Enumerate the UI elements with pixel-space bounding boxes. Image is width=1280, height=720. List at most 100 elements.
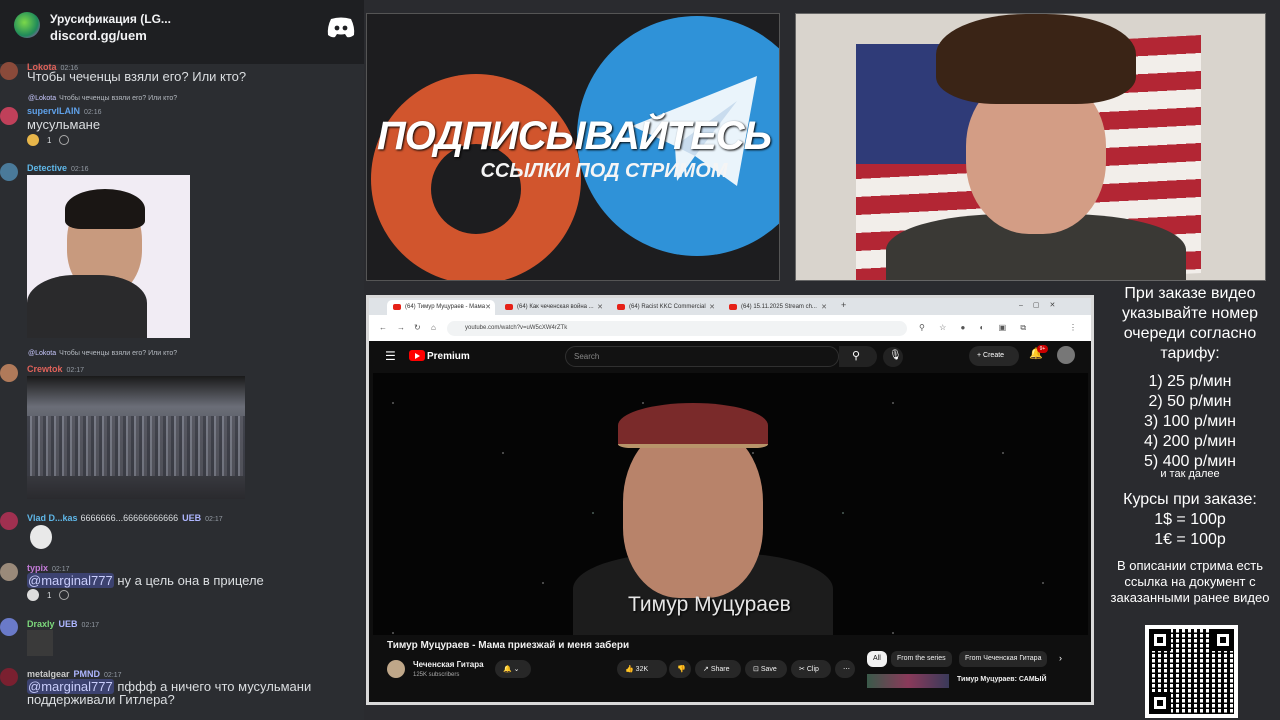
thumbs-up-icon [27, 134, 39, 146]
username: metalgear PMND 02:17 [27, 669, 122, 679]
browser-window: (64) Тимур Муцураев - Мама ✕ (64) Как чеч… [366, 295, 1094, 705]
browser-tab[interactable]: (64) Тимур Муцураев - Мама ✕ [387, 300, 495, 315]
browser-tab[interactable]: (64) Как чеченская война ... ✕ [499, 300, 607, 315]
user-mention[interactable]: @marginal777 [27, 573, 114, 588]
video-caption: Тимур Муцураев [628, 593, 791, 616]
youtube-favicon-icon [393, 304, 401, 310]
subscribe-banner: ПОДПИСЫВАЙТЕСЬ ССЫЛКИ ПОД СТРИМОМ [366, 13, 780, 281]
avatar [0, 668, 18, 686]
price-etc: и так далее [1160, 468, 1220, 480]
browser-tab[interactable]: (64) 15.11.2025 Stream ch... ✕ [723, 300, 831, 315]
menu-icon[interactable]: ⋮ [1069, 323, 1077, 332]
add-reaction-icon[interactable] [59, 590, 70, 600]
search-input[interactable]: Search [565, 346, 839, 367]
chip-all[interactable]: All [867, 651, 887, 667]
hamburger-icon[interactable]: ☰ [385, 349, 396, 363]
close-tab-icon[interactable]: ✕ [821, 303, 827, 311]
webcam-feed [795, 13, 1266, 281]
channel-name[interactable]: Чеченская Гитара [413, 660, 484, 669]
browser-tab[interactable]: (64) Racist KKC Commercial ✕ [611, 300, 719, 315]
like-button[interactable]: 👍 32K [617, 660, 667, 678]
channel-avatar[interactable] [387, 660, 405, 678]
save-button[interactable]: ⊡ Save [745, 660, 787, 678]
avatar [0, 364, 18, 382]
reply-preview: @Lokota Чтобы чеченцы взяли его? Или кто? [28, 350, 178, 357]
clip-button[interactable]: ✂ Clip [791, 660, 831, 678]
close-tab-icon[interactable]: ✕ [485, 303, 491, 311]
attached-image[interactable] [27, 175, 190, 338]
username: supervILAIN 02:16 [27, 106, 102, 116]
share-button[interactable]: ↗ Share [695, 660, 741, 678]
promo-subtitle: ССЫЛКИ ПОД СТРИМОМ [480, 160, 728, 182]
search-icon: ⚲ [852, 350, 861, 362]
chevron-down-icon: ⌄ [513, 666, 520, 673]
reload-icon[interactable]: ↻ [414, 323, 421, 332]
price-tier: 4) 200 р/мин [1144, 433, 1236, 450]
voice-search-button[interactable]: 🎙 [883, 347, 903, 367]
subscribe-bell-button[interactable]: 🔔 ⌄ [495, 660, 531, 678]
doc-note: В описании стрима есть ссылка на докумен… [1110, 558, 1270, 605]
notification-badge: 9+ [1037, 345, 1048, 353]
scissors-icon: ✂ [799, 666, 805, 673]
back-icon[interactable]: ← [379, 323, 387, 332]
youtube-logo-icon[interactable] [409, 350, 425, 361]
tab-bar: (64) Тимур Муцураев - Мама ✕ (64) Как чеч… [369, 298, 1091, 315]
qr-code[interactable] [1145, 625, 1238, 718]
share-icon: ↗ [703, 666, 709, 673]
chip-from-channel[interactable]: From Чеченская Гитара [959, 651, 1048, 667]
recommended-thumbnail[interactable] [867, 674, 949, 688]
avatar [0, 618, 18, 636]
course-rate: 1€ = 100р [1154, 531, 1226, 548]
course-rate: 1$ = 100р [1154, 511, 1226, 528]
price-tier: 3) 100 р/мин [1144, 413, 1236, 430]
attached-image[interactable] [27, 376, 245, 499]
youtube-favicon-icon [617, 304, 625, 310]
video-title: Тимур Муцураев - Мама приезжай и меня за… [387, 640, 630, 651]
dislike-button[interactable]: 👎 [669, 660, 691, 678]
price-tier: 1) 25 р/мин [1148, 373, 1232, 390]
subscriber-count: 125K subscribers [413, 672, 460, 678]
add-reaction-icon[interactable] [59, 135, 70, 145]
create-button[interactable]: + Create [969, 346, 1019, 366]
video-player[interactable]: Тимур Муцураев [373, 373, 1088, 635]
avatar [0, 512, 18, 530]
reaction-row[interactable]: 1 [27, 132, 70, 148]
message-text: Чтобы чеченцы взяли его? Или кто? [27, 69, 247, 84]
avatar [0, 563, 18, 581]
youtube-header: ☰ Premium Search ⚲ 🎙 + Create 🔔 9+ [369, 341, 1091, 373]
bell-icon: 🔔 [503, 666, 512, 673]
chevron-right-icon[interactable]: › [1059, 653, 1062, 663]
forward-icon[interactable]: → [397, 323, 405, 332]
address-bar: ← → ↻ ⌂ youtube.com/watch?v=uW5cXW4rZTk … [369, 315, 1091, 341]
discord-chat-panel: Урусификация (LG... discord.gg/uem Lokot… [0, 0, 364, 720]
search-button[interactable]: ⚲ [839, 346, 877, 367]
courses-title: Курсы при заказе: [1123, 491, 1257, 508]
close-tab-icon[interactable]: ✕ [709, 303, 715, 311]
account-avatar[interactable] [1057, 346, 1075, 364]
youtube-favicon-icon [729, 304, 737, 310]
avatar [0, 62, 18, 80]
more-actions-button[interactable]: ⋯ [835, 660, 855, 678]
reaction-row[interactable]: 1 [27, 587, 70, 603]
username: Draxly UEB 02:17 [27, 619, 100, 629]
recommended-title[interactable]: Тимур Муцураев: САМЫЙ [957, 676, 1047, 683]
sticker-image [27, 630, 53, 656]
sticker-image [30, 525, 52, 549]
thumbs-up-icon: 👍 [625, 666, 634, 673]
url-field[interactable]: youtube.com/watch?v=uW5cXW4rZTk [447, 321, 907, 336]
video-subject-cap [618, 403, 768, 448]
server-invite-link[interactable]: discord.gg/uem [50, 28, 147, 43]
discord-logo-icon [327, 17, 355, 38]
stream-layout: Урусификация (LG... discord.gg/uem Lokot… [0, 0, 1280, 720]
username: Vlad D...kas 6666666...66666666666 UEB 02:1… [27, 513, 223, 523]
reply-preview: @Lokota Чтобы чеченцы взяли его? Или кто? [28, 95, 178, 102]
close-tab-icon[interactable]: ✕ [597, 303, 603, 311]
streamer-hair [936, 14, 1136, 104]
home-icon[interactable]: ⌂ [431, 323, 436, 332]
youtube-favicon-icon [505, 304, 513, 310]
new-tab-icon[interactable]: + [841, 300, 846, 310]
window-controls[interactable]: –▢✕ [1019, 301, 1065, 309]
extension-icons[interactable]: ⚲ ☆ ● ◐ ▣ ⧉ [919, 323, 1032, 333]
chip-from-series[interactable]: From the series [891, 651, 952, 667]
username: Detective 02:16 [27, 163, 89, 173]
